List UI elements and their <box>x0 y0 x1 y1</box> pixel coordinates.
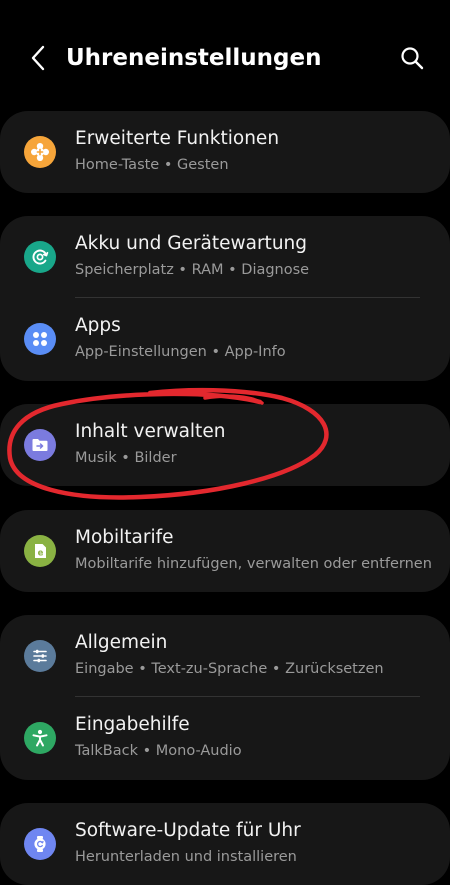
settings-group-care-apps: Akku und Gerätewartung Speicherplatz • R… <box>0 216 450 381</box>
settings-item-label: Mobiltarife <box>75 527 174 548</box>
settings-item-mobile-plans[interactable]: e Mobiltarife Mobiltarife hinzufügen, ve… <box>0 510 450 592</box>
settings-item-label: Erweiterte Funktionen <box>75 128 280 149</box>
settings-group-general: Allgemein Eingabe • Text-zu-Sprache • Zu… <box>0 615 450 780</box>
settings-item-label: Eingabehilfe <box>75 714 190 735</box>
settings-group-content: Inhalt verwalten Musik • Bilder <box>0 404 450 486</box>
settings-item-label: Allgemein <box>75 632 168 653</box>
device-care-icon <box>24 241 56 273</box>
svg-text:e: e <box>38 549 44 559</box>
search-button[interactable] <box>396 40 428 76</box>
settings-item-description: Musik • Bilder <box>75 450 177 466</box>
settings-group-mobile-plans: e Mobiltarife Mobiltarife hinzufügen, ve… <box>0 510 450 592</box>
settings-item-description: Home-Taste • Gesten <box>75 157 229 173</box>
settings-item-label: Software-Update für Uhr <box>75 820 301 841</box>
settings-item-accessibility[interactable]: Eingabehilfe TalkBack • Mono-Audio <box>0 697 450 779</box>
esim-icon: e <box>24 535 56 567</box>
settings-item-label: Apps <box>75 315 121 336</box>
chevron-left-icon <box>31 45 45 71</box>
settings-item-description: Eingabe • Text-zu-Sprache • Zurücksetzen <box>75 661 384 677</box>
gear-plus-icon <box>24 136 56 168</box>
settings-group-software-update: Software-Update für Uhr Herunterladen un… <box>0 803 450 885</box>
settings-item-description: Speicherplatz • RAM • Diagnose <box>75 262 310 278</box>
watch-update-icon <box>24 828 56 860</box>
settings-item-manage-content[interactable]: Inhalt verwalten Musik • Bilder <box>0 404 450 486</box>
accessibility-icon <box>24 722 56 754</box>
sliders-icon <box>24 640 56 672</box>
settings-item-label: Inhalt verwalten <box>75 421 226 442</box>
settings-group-advanced: Erweiterte Funktionen Home-Taste • Geste… <box>0 111 450 193</box>
settings-item-general[interactable]: Allgemein Eingabe • Text-zu-Sprache • Zu… <box>0 615 450 697</box>
settings-item-description: TalkBack • Mono-Audio <box>75 743 242 759</box>
settings-item-apps[interactable]: Apps App-Einstellungen • App-Info <box>0 298 450 380</box>
settings-item-software-update[interactable]: Software-Update für Uhr Herunterladen un… <box>0 803 450 885</box>
settings-item-description: App-Einstellungen • App-Info <box>75 344 286 360</box>
settings-item-description: Mobiltarife hinzufügen, verwalten oder e… <box>75 556 432 572</box>
apps-grid-icon <box>24 323 56 355</box>
settings-item-advanced-features[interactable]: Erweiterte Funktionen Home-Taste • Geste… <box>0 111 450 193</box>
settings-item-label: Akku und Gerätewartung <box>75 233 308 254</box>
app-header: Uhreneinstellungen <box>0 0 450 112</box>
back-button[interactable] <box>24 40 52 76</box>
page-title: Uhreneinstellungen <box>66 45 322 71</box>
settings-item-description: Herunterladen und installieren <box>75 849 297 865</box>
folder-transfer-icon <box>24 429 56 461</box>
search-icon <box>401 47 424 70</box>
settings-item-battery-device-care[interactable]: Akku und Gerätewartung Speicherplatz • R… <box>0 216 450 298</box>
